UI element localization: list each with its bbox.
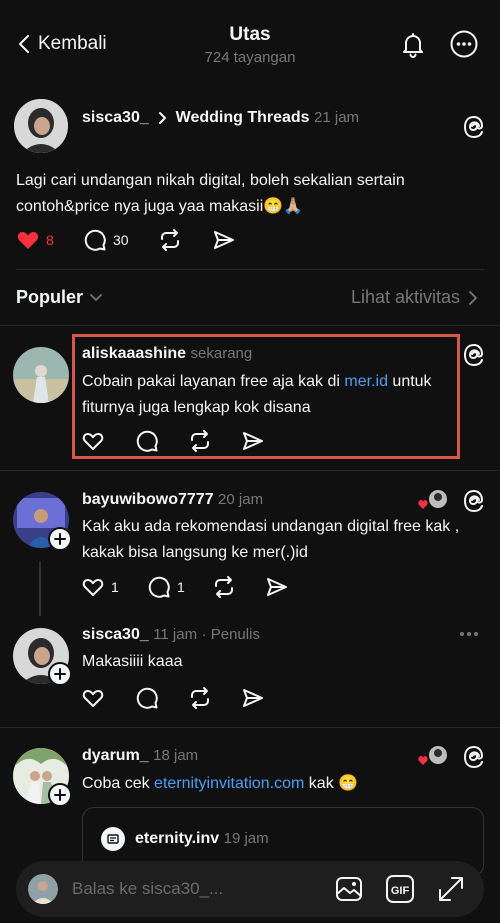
reply-username[interactable]: bayuwibowo7777: [82, 491, 214, 508]
share-icon[interactable]: [241, 429, 265, 453]
comment-icon: [83, 228, 107, 252]
avatar: [101, 827, 125, 851]
expand-icon[interactable]: [436, 874, 466, 904]
reply-text: Coba cek eternityinvitation.com kak 😁: [82, 771, 462, 797]
author-tag: · Penulis: [201, 626, 260, 643]
reply-text-part: Cobain pakai layanan free aja kak di: [82, 373, 345, 390]
follow-button[interactable]: [48, 527, 72, 551]
comment-icon[interactable]: [135, 686, 159, 710]
share-icon[interactable]: [212, 228, 236, 252]
share-icon[interactable]: [241, 686, 265, 710]
share-icon[interactable]: [265, 575, 289, 599]
like-icon: [81, 575, 105, 599]
threads-logo-icon[interactable]: [462, 489, 486, 513]
liked-by-author-badge: [418, 745, 448, 769]
sort-label: Populer: [16, 287, 84, 307]
view-activity-link[interactable]: Lihat aktivitas: [351, 287, 460, 308]
avatar[interactable]: [14, 99, 68, 153]
divider: [0, 470, 500, 471]
reply-username[interactable]: dyarum_: [82, 747, 149, 764]
back-button[interactable]: Kembali: [16, 30, 107, 58]
threads-logo-icon[interactable]: [462, 115, 486, 139]
chevron-right-icon: [157, 111, 167, 125]
reply-header: sisca30_ 11 jam · Penulis: [82, 625, 260, 645]
activity-label: Lihat aktivitas: [350, 287, 460, 307]
community-name[interactable]: Wedding Threads: [176, 109, 310, 126]
reply-button[interactable]: 1: [147, 575, 185, 599]
reply-text: Makasiiii kaaa: [82, 653, 183, 670]
page-title: Utas: [229, 24, 271, 45]
divider: [16, 269, 484, 270]
reply-count: 1: [177, 579, 185, 595]
quoted-time: 19 jam: [223, 830, 269, 847]
reply-text-part: Coba cek: [82, 775, 155, 792]
reply-input[interactable]: Balas ke sisca30_...: [72, 879, 223, 899]
reply-text: Kak aku ada rekomendasi undangan digital…: [82, 518, 460, 561]
post-time: 21 jam: [314, 109, 360, 126]
repost-icon[interactable]: [212, 575, 236, 599]
reply-text-part: kak 😁: [304, 775, 359, 792]
repost-icon[interactable]: [158, 228, 182, 252]
threads-logo-icon[interactable]: [462, 343, 486, 367]
reply-time: 20 jam: [218, 491, 264, 508]
like-count: 8: [46, 232, 54, 248]
sort-dropdown[interactable]: Populer: [16, 287, 103, 308]
like-icon[interactable]: [81, 429, 105, 453]
repost-icon[interactable]: [188, 429, 212, 453]
liked-by-author-badge: [418, 489, 448, 513]
quoted-header: eternity.inv 19 jam: [135, 830, 269, 848]
reply-time: 11 jam: [153, 626, 198, 643]
reply-text: Cobain pakai layanan free aja kak di mer…: [82, 369, 454, 421]
like-count: 1: [111, 579, 119, 595]
reply-composer[interactable]: Balas ke sisca30_... GIF: [16, 861, 484, 917]
header-title-block: Utas 724 tayangan: [150, 24, 350, 66]
thread-line: [39, 562, 41, 616]
quoted-username: eternity.inv: [135, 830, 220, 847]
comment-icon[interactable]: [135, 429, 159, 453]
more-options-icon[interactable]: [449, 29, 479, 59]
gif-icon[interactable]: GIF: [385, 874, 415, 904]
follow-button[interactable]: [48, 783, 72, 807]
repost-icon[interactable]: [188, 686, 212, 710]
post-text: Lagi cari undangan nikah digital, boleh …: [16, 172, 405, 215]
like-button[interactable]: 8: [16, 228, 54, 252]
reply-header: dyarum_ 18 jam: [82, 746, 198, 766]
chevron-down-icon: [89, 293, 103, 303]
image-icon[interactable]: [334, 874, 364, 904]
back-label: Kembali: [38, 33, 107, 54]
view-count: 724 tayangan: [204, 49, 296, 66]
reply-time: 18 jam: [153, 747, 199, 764]
post-header: sisca30_ Wedding Threads 21 jam: [82, 106, 422, 130]
chevron-left-icon: [16, 33, 32, 55]
heart-filled-icon: [16, 228, 40, 252]
link-eternityinvitation[interactable]: eternityinvitation.com: [154, 775, 304, 792]
avatar: [28, 874, 58, 904]
svg-text:GIF: GIF: [391, 885, 410, 897]
divider: [0, 325, 500, 326]
comment-icon: [147, 575, 171, 599]
more-options-icon[interactable]: [458, 626, 480, 642]
avatar[interactable]: [13, 347, 69, 403]
follow-button[interactable]: [48, 662, 72, 686]
reply-header: bayuwibowo7777 20 jam: [82, 490, 263, 510]
reply-username[interactable]: aliskaaashine: [82, 345, 186, 362]
post-username[interactable]: sisca30_: [82, 109, 149, 126]
threads-logo-icon[interactable]: [462, 745, 486, 769]
divider: [0, 727, 500, 728]
reply-username[interactable]: sisca30_: [82, 626, 149, 643]
reply-header: aliskaaashine sekarang: [82, 344, 252, 364]
like-icon[interactable]: [81, 686, 105, 710]
reply-count: 30: [113, 232, 129, 248]
reply-time: sekarang: [190, 345, 253, 362]
like-button[interactable]: 1: [81, 575, 119, 599]
link-mer-id[interactable]: mer.id: [344, 373, 388, 390]
notification-bell-icon[interactable]: [398, 29, 428, 59]
chevron-right-icon: [468, 290, 478, 306]
reply-button[interactable]: 30: [83, 228, 129, 252]
